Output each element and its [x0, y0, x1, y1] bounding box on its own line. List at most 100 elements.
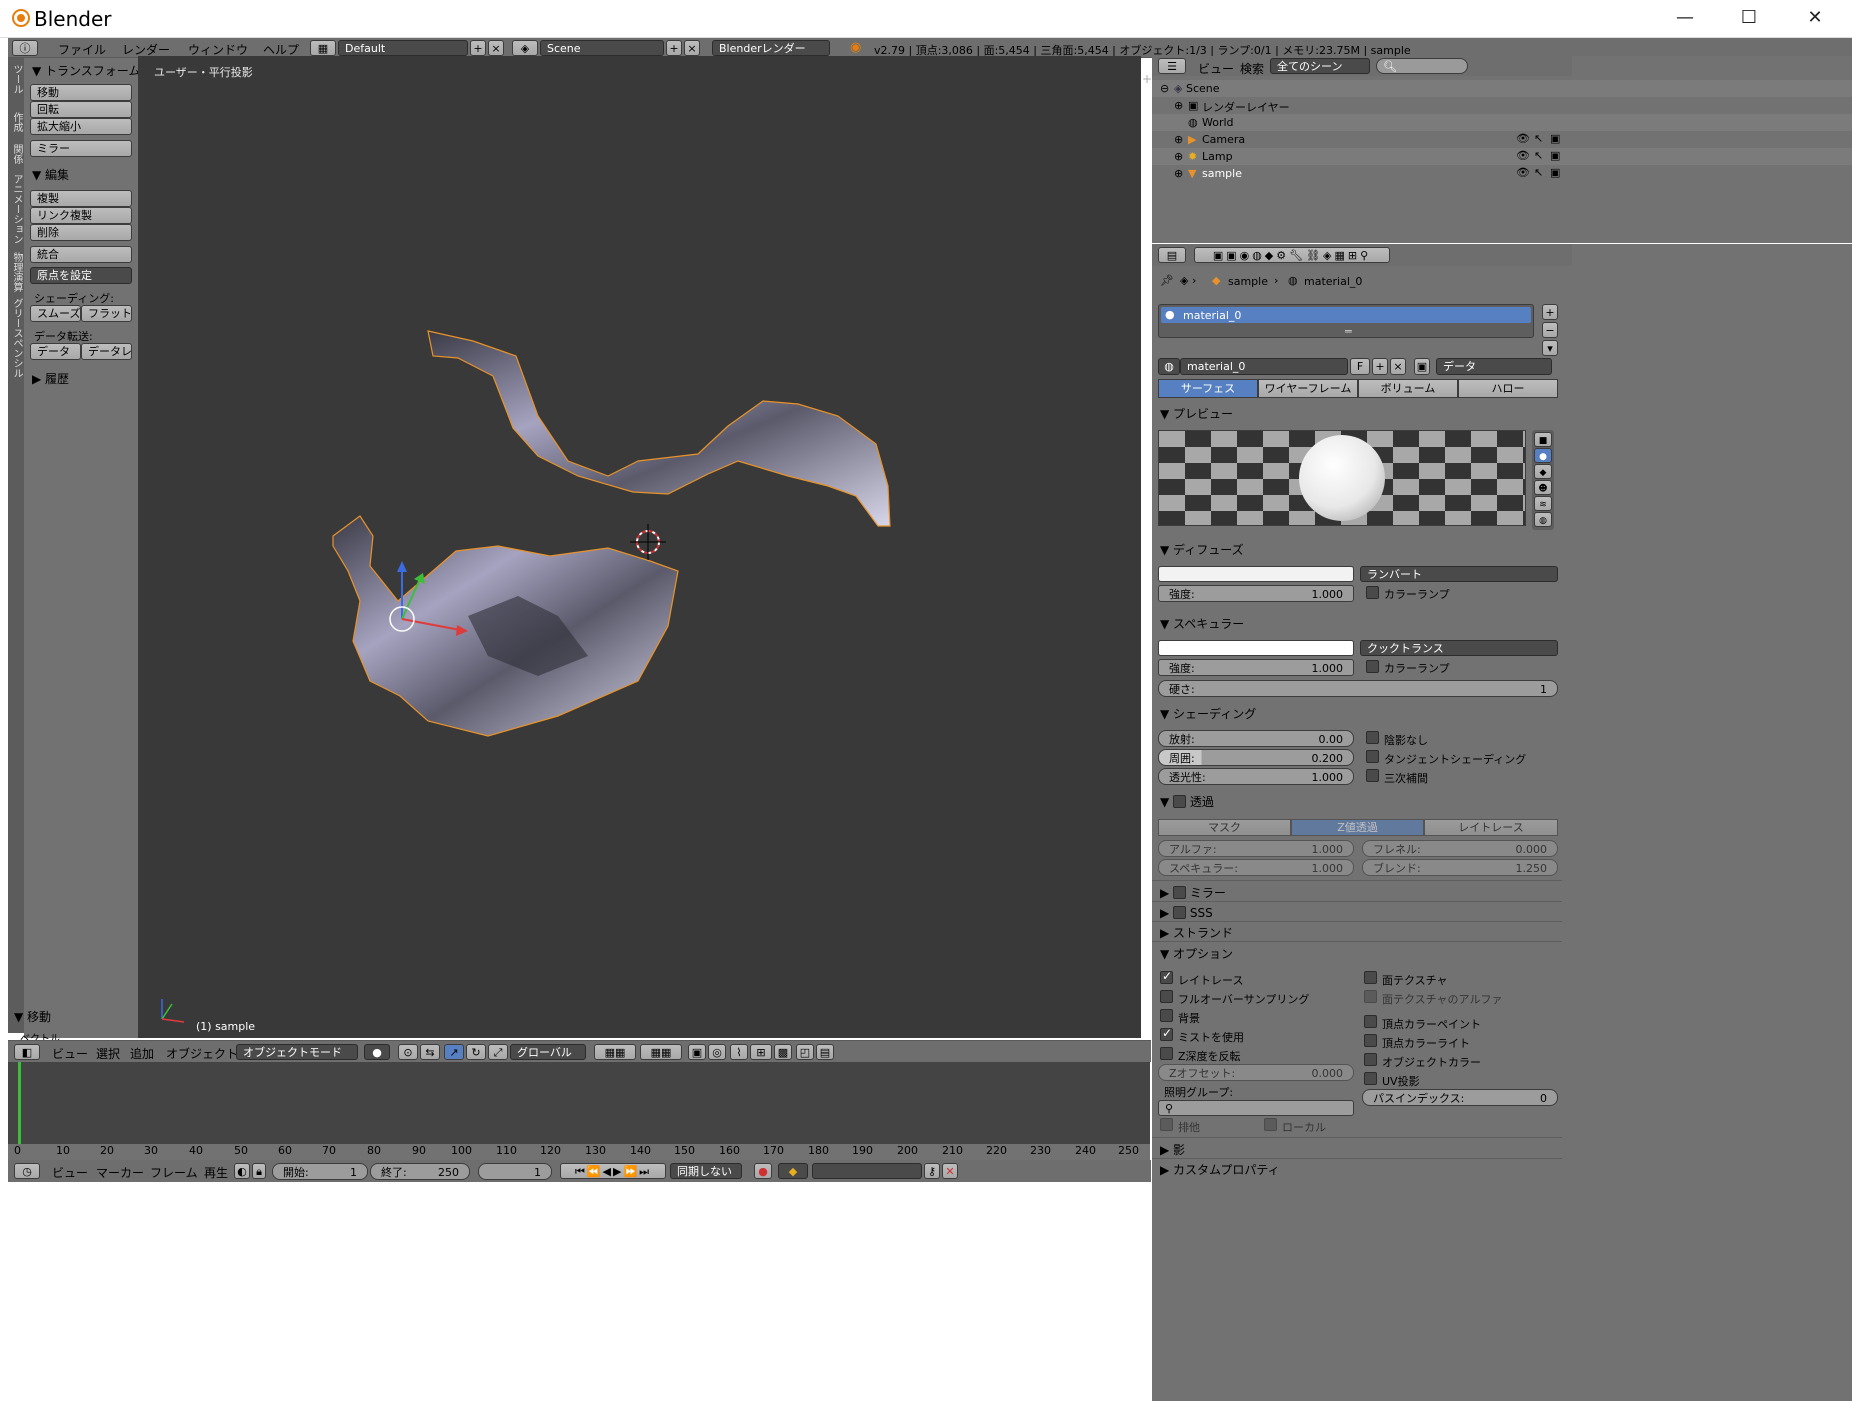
menu-file[interactable]: ファイル	[58, 41, 106, 58]
render-camera-icon[interactable]: ▣	[1550, 149, 1560, 162]
material-browse-icon[interactable]: ◍	[1158, 358, 1180, 375]
preview-cube-icon[interactable]: ◆	[1534, 464, 1552, 479]
outliner-menu-view[interactable]: ビュー	[1198, 60, 1234, 77]
sss-checkbox[interactable]	[1173, 906, 1187, 919]
sync-select[interactable]: 同期しない	[670, 1163, 742, 1179]
close-button[interactable]: ✕	[1782, 0, 1848, 36]
keying-set-field[interactable]	[812, 1163, 922, 1179]
translate-manipulator-icon[interactable]: ↗	[444, 1044, 464, 1060]
scene-remove-icon[interactable]: ×	[684, 40, 700, 56]
slot-menu-icon[interactable]: ▾	[1542, 340, 1558, 356]
vertex-color-light-checkbox[interactable]	[1364, 1034, 1377, 1047]
shading-panel-header[interactable]: ▼ シェーディング	[1160, 705, 1256, 722]
view3d-menu-add[interactable]: 追加	[130, 1045, 154, 1062]
tab-volume[interactable]: ボリューム	[1358, 379, 1458, 398]
keying-set-icon[interactable]: ◆	[778, 1163, 808, 1179]
layers-grid-1[interactable]: ▦▦	[594, 1044, 636, 1060]
flat-button[interactable]: フラット	[81, 305, 132, 322]
info-editor-type-icon[interactable]: ⓘ	[12, 40, 38, 56]
timeline-menu-marker[interactable]: マーカー	[96, 1164, 144, 1181]
outliner-editor-type-icon[interactable]: ☰	[1158, 58, 1186, 74]
material-slot-list[interactable]: ● material_0 ═	[1158, 304, 1534, 338]
cubic-checkbox[interactable]	[1366, 769, 1379, 782]
preview-hair-icon[interactable]: ≋	[1534, 496, 1552, 511]
preview-panel-header[interactable]: ▼ プレビュー	[1160, 405, 1233, 422]
new-material-icon[interactable]: +	[1372, 358, 1388, 375]
transparency-raytrace-button[interactable]: レイトレース	[1424, 819, 1558, 836]
pivot-icon[interactable]: ⊙	[398, 1044, 418, 1060]
light-group-field[interactable]: ⚲	[1158, 1100, 1354, 1116]
alpha-field[interactable]: アルファ: 1.000	[1158, 840, 1354, 857]
snap-target-icon[interactable]: ▩	[774, 1044, 792, 1060]
outliner-display-mode-select[interactable]: 全てのシーン	[1270, 58, 1370, 74]
visibility-eye-icon[interactable]: 👁︎	[1516, 132, 1530, 145]
options-panel-header[interactable]: ▼ オプション	[1160, 945, 1233, 962]
tab-tools[interactable]: ツール	[9, 64, 24, 94]
smooth-button[interactable]: スムーズ	[30, 305, 81, 322]
pass-index-field[interactable]: パスインデックス: 0	[1362, 1089, 1558, 1106]
material-name-field[interactable]: material_0	[1180, 358, 1348, 375]
viewport-shading-icon[interactable]: ●	[364, 1044, 390, 1060]
tab-halo[interactable]: ハロー	[1458, 379, 1558, 398]
end-frame-field[interactable]: 終了: 250	[370, 1163, 470, 1180]
lock-icon[interactable]: 🔒︎	[252, 1163, 266, 1179]
timeline-editor-type-icon[interactable]: ◷	[14, 1163, 40, 1179]
expand-icon[interactable]: ⊕	[1174, 167, 1183, 180]
link-select[interactable]: データ	[1436, 358, 1552, 375]
opengl-render-icon[interactable]: ◰	[796, 1044, 814, 1060]
translate-button[interactable]: 移動	[30, 84, 132, 101]
tab-physics[interactable]: 物理演算	[9, 252, 24, 292]
view3d-editor-type-icon[interactable]: ◧	[14, 1044, 40, 1060]
view3d-menu-object[interactable]: オブジェクト	[166, 1045, 238, 1062]
specular-color-swatch[interactable]	[1158, 640, 1354, 656]
outliner-row-world[interactable]: ◍ World	[1152, 114, 1852, 131]
remove-slot-icon[interactable]: −	[1542, 322, 1558, 338]
hardness-field[interactable]: 硬さ: 1	[1158, 680, 1558, 697]
specular-intensity-field[interactable]: 強度: 1.000	[1158, 659, 1354, 676]
scene-add-icon[interactable]: +	[666, 40, 682, 56]
transparency-z-button[interactable]: Z値透過	[1291, 819, 1424, 836]
viewport-add-region-icon[interactable]: +	[1142, 72, 1152, 86]
mirror-checkbox[interactable]	[1173, 886, 1187, 899]
mirror-button[interactable]: ミラー	[30, 140, 132, 157]
blend-field[interactable]: ブレンド: 1.250	[1362, 859, 1558, 876]
playback-controls[interactable]: ⏮⏪◀▶⏩⏭	[560, 1163, 666, 1179]
render-layers-icon[interactable]: ▣	[688, 1044, 706, 1060]
edit-panel-header[interactable]: ▼ 編集	[32, 166, 69, 183]
outliner-row-sample[interactable]: ⊕ ▼ sample 👁︎ ↖ ▣	[1152, 165, 1852, 182]
preview-range-icon[interactable]: ◐	[234, 1163, 250, 1179]
tab-grease-pencil[interactable]: グリースペンシル	[9, 298, 24, 378]
tab-surface[interactable]: サーフェス	[1158, 379, 1258, 398]
data-transfer-button[interactable]: データ	[30, 343, 81, 360]
selectable-cursor-icon[interactable]: ↖	[1534, 132, 1543, 145]
layout-icon[interactable]: ▦	[310, 40, 336, 56]
operator-panel-header[interactable]: ▼ 移動	[14, 1008, 51, 1025]
render-camera-icon[interactable]: ▣	[1550, 132, 1560, 145]
raytrace-checkbox[interactable]	[1160, 969, 1173, 984]
layout-remove-icon[interactable]: ×	[488, 40, 504, 56]
sky-checkbox[interactable]	[1160, 1009, 1173, 1022]
vertex-color-paint-checkbox[interactable]	[1364, 1015, 1377, 1028]
shadeless-checkbox[interactable]	[1366, 731, 1379, 744]
local-checkbox[interactable]	[1264, 1118, 1277, 1131]
render-engine-select[interactable]: Blenderレンダー	[712, 40, 830, 56]
scale-button[interactable]: 拡大縮小	[30, 118, 132, 135]
z-offset-field[interactable]: Zオフセット: 0.000	[1158, 1064, 1354, 1081]
nodes-icon[interactable]: ▣	[1414, 358, 1430, 375]
preview-flat-icon[interactable]: ■	[1534, 432, 1552, 447]
history-panel-header[interactable]: ▶ 履歴	[32, 370, 69, 387]
diffuse-color-swatch[interactable]	[1158, 566, 1354, 582]
record-icon[interactable]: ●	[754, 1163, 772, 1179]
fake-user-button[interactable]: F	[1350, 358, 1370, 375]
transparency-panel-header[interactable]: ▼ 透過	[1160, 793, 1214, 810]
invert-z-checkbox[interactable]	[1160, 1047, 1173, 1060]
face-texture-alpha-checkbox[interactable]	[1364, 990, 1377, 1003]
fresnel-field[interactable]: フレネル: 0.000	[1362, 840, 1558, 857]
current-frame-field[interactable]: 1	[478, 1163, 552, 1180]
diffuse-intensity-field[interactable]: 強度: 1.000	[1158, 585, 1354, 602]
properties-editor-type-icon[interactable]: ▤	[1158, 247, 1186, 263]
insert-keyframe-icon[interactable]: ⚷	[924, 1163, 940, 1179]
maximize-button[interactable]: ☐	[1716, 0, 1782, 36]
view3d-menu-select[interactable]: 選択	[96, 1045, 120, 1062]
outliner-row-render-layers[interactable]: ⊕ ▣ レンダーレイヤー	[1152, 97, 1852, 114]
